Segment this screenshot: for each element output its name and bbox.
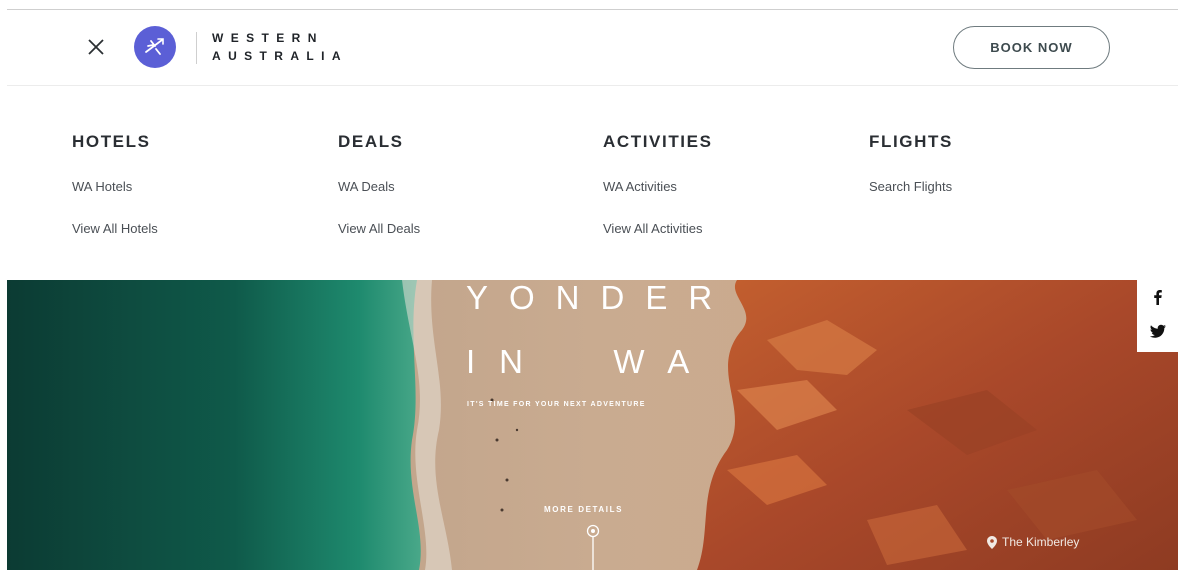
menu-heading-deals: DEALS — [338, 132, 404, 151]
menu-column-deals: DEALS WA Deals View All Deals — [338, 132, 420, 237]
close-menu-button[interactable] — [84, 35, 108, 59]
brand-name-line2: AUSTRALIA — [212, 49, 348, 63]
map-pin-icon — [987, 535, 997, 549]
more-details-link[interactable]: MORE DETAILS — [544, 505, 623, 514]
menu-link-view-all-hotels[interactable]: View All Hotels — [72, 221, 158, 237]
logo-divider — [196, 32, 197, 64]
menu-column-hotels: HOTELS WA Hotels View All Hotels — [72, 132, 158, 237]
menu-link-view-all-deals[interactable]: View All Deals — [338, 221, 420, 237]
hero-subtitle: IT'S TIME FOR YOUR NEXT ADVENTURE — [467, 401, 646, 408]
close-icon — [88, 39, 104, 55]
book-now-button[interactable]: BOOK NOW — [953, 26, 1110, 69]
location-label: The Kimberley — [1002, 535, 1080, 549]
menu-link-search-flights[interactable]: Search Flights — [869, 179, 953, 195]
menu-heading-activities: ACTIVITIES — [603, 132, 713, 151]
brand-name-line1: WESTERN — [212, 31, 324, 45]
menu-link-view-all-activities[interactable]: View All Activities — [603, 221, 713, 237]
menu-column-flights: FLIGHTS Search Flights — [869, 132, 953, 195]
twitter-icon[interactable] — [1149, 322, 1167, 340]
menu-heading-flights: FLIGHTS — [869, 132, 953, 151]
menu-link-wa-deals[interactable]: WA Deals — [338, 179, 420, 195]
facebook-icon[interactable] — [1149, 288, 1167, 306]
hero-title-line1: YONDER — [466, 280, 734, 316]
menu-link-wa-hotels[interactable]: WA Hotels — [72, 179, 158, 195]
brand-logo[interactable] — [134, 26, 176, 68]
hero-banner: YONDER IN WA IT'S TIME FOR YOUR NEXT ADV… — [7, 280, 1178, 570]
menu-column-activities: ACTIVITIES WA Activities View All Activi… — [603, 132, 713, 237]
hero-title-line2: IN WA — [466, 343, 714, 380]
menu-link-wa-activities[interactable]: WA Activities — [603, 179, 713, 195]
menu-heading-hotels: HOTELS — [72, 132, 151, 151]
mega-menu: HOTELS WA Hotels View All Hotels DEALS W… — [7, 86, 1178, 280]
scroll-down-icon[interactable] — [586, 524, 600, 570]
social-share-bar — [1137, 280, 1178, 352]
location-caption: The Kimberley — [987, 535, 1079, 549]
plane-icon — [145, 38, 164, 55]
